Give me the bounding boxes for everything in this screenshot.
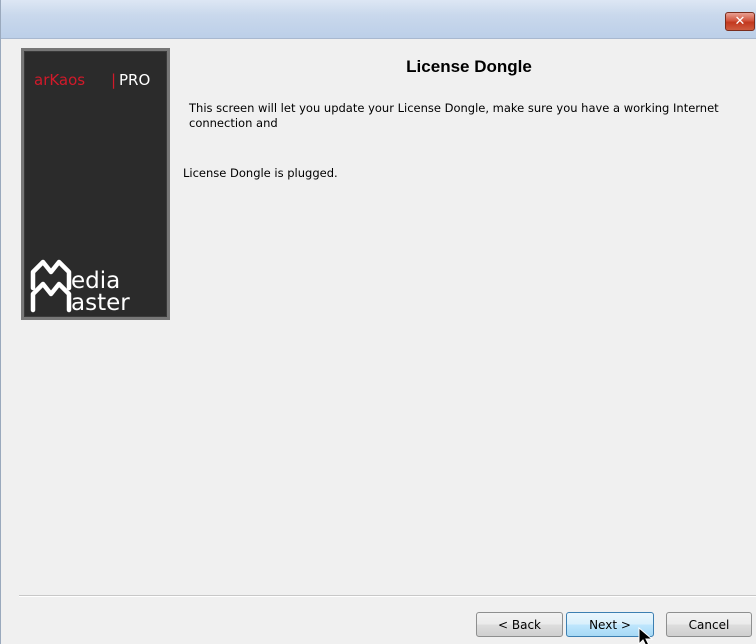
status-text: License Dongle is plugged. xyxy=(183,166,338,180)
cancel-button[interactable]: Cancel xyxy=(666,612,752,637)
logo-brand-separator: | xyxy=(111,71,116,89)
logo-brand-text: arKaos xyxy=(34,71,85,89)
title-bar[interactable]: ✕ xyxy=(1,0,756,39)
media-master-m-icon xyxy=(30,259,72,313)
wizard-window: ✕ arKaos | PRO edia aster License Dongle… xyxy=(0,0,756,644)
description-text: This screen will let you update your Lic… xyxy=(189,101,719,130)
page-title: License Dongle xyxy=(406,57,532,76)
mouse-cursor-icon xyxy=(638,627,654,644)
next-button-label: Next > xyxy=(589,617,631,632)
arkaos-logo: arKaos | PRO edia aster xyxy=(21,48,170,320)
wizard-content: arKaos | PRO edia aster License Dongle T… xyxy=(1,39,756,644)
cancel-button-label: Cancel xyxy=(688,617,730,632)
logo-pro-text: PRO xyxy=(119,71,150,89)
logo-master-text: aster xyxy=(71,290,130,316)
logo-graphic: arKaos | PRO edia aster xyxy=(30,71,150,316)
back-button[interactable]: < Back xyxy=(476,612,563,637)
close-icon: ✕ xyxy=(734,14,746,29)
close-button[interactable]: ✕ xyxy=(725,12,755,31)
back-button-label: < Back xyxy=(497,617,541,632)
footer-separator xyxy=(19,595,756,597)
